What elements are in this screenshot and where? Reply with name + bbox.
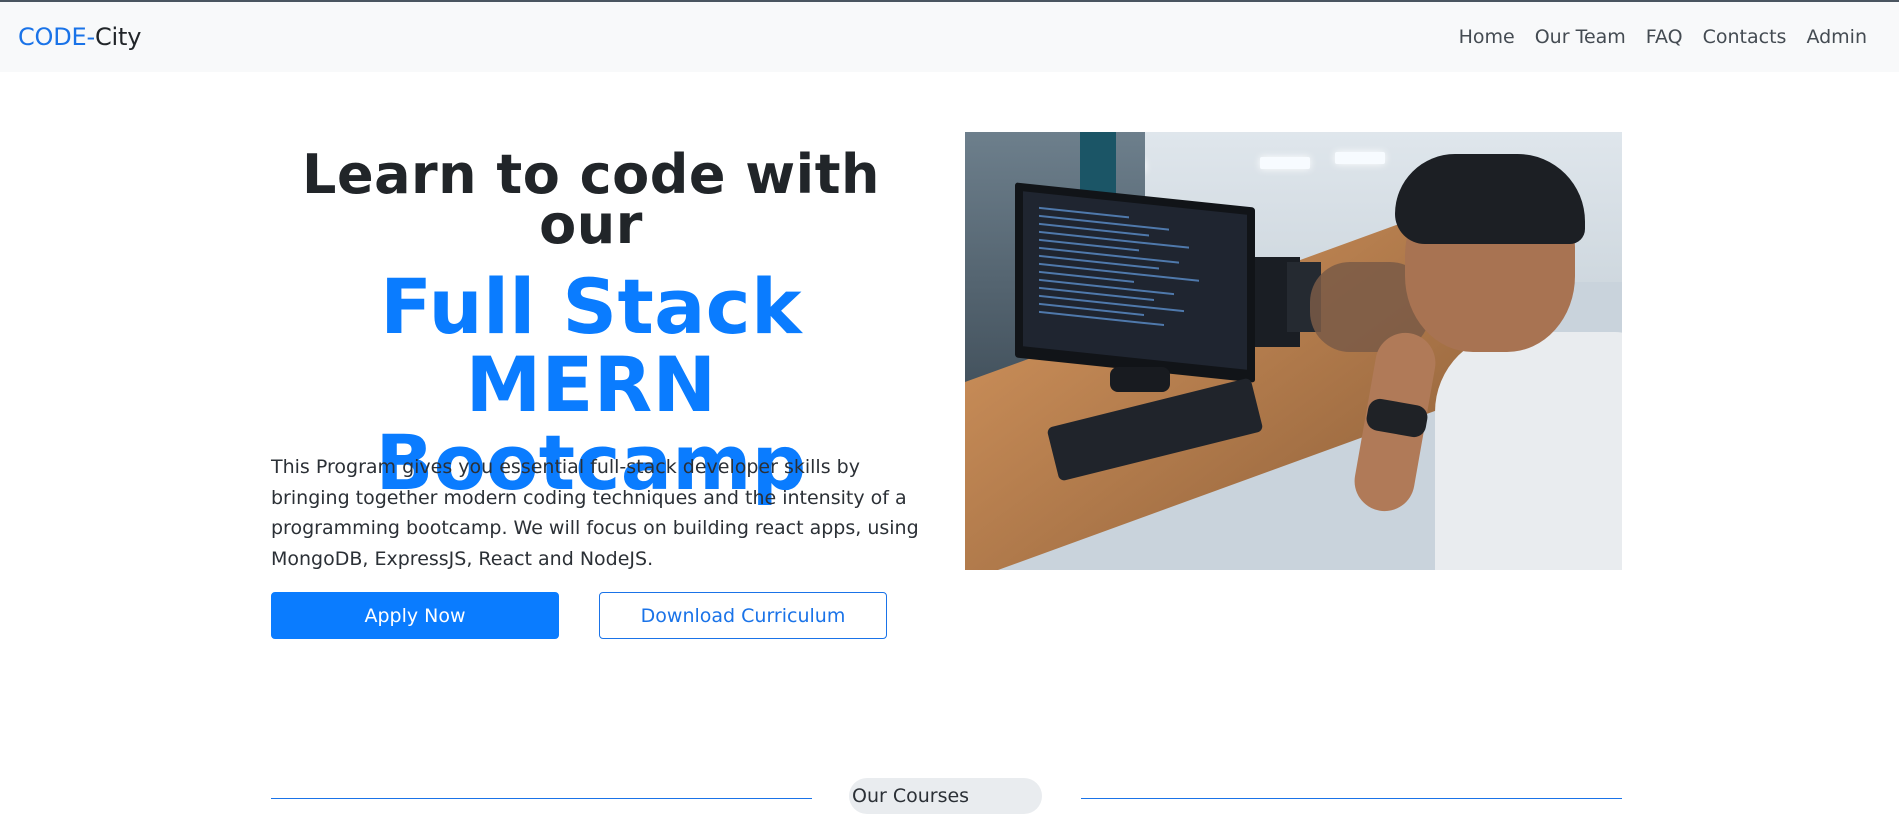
page: CODE-City Home Our Team FAQ Contacts Adm… xyxy=(0,0,1899,821)
navbar: CODE-City Home Our Team FAQ Contacts Adm… xyxy=(0,2,1899,72)
nav-link-contacts[interactable]: Contacts xyxy=(1703,26,1787,48)
image-code-line xyxy=(1039,278,1174,296)
download-curriculum-button[interactable]: Download Curriculum xyxy=(599,592,887,639)
nav-link-admin[interactable]: Admin xyxy=(1806,26,1867,48)
image-code-line xyxy=(1039,246,1179,264)
brand-logo[interactable]: CODE-City xyxy=(18,23,141,51)
nav-link-faq[interactable]: FAQ xyxy=(1646,26,1683,48)
hero-pre-title: Learn to code with our xyxy=(302,143,880,256)
image-ceiling-light xyxy=(1260,157,1310,169)
image-code-line xyxy=(1039,214,1169,231)
hero-image xyxy=(965,132,1622,570)
apply-now-button[interactable]: Apply Now xyxy=(271,592,559,639)
section-title: Our Courses xyxy=(852,785,970,807)
section-divider-left xyxy=(271,798,812,799)
image-person-hair xyxy=(1395,154,1585,244)
nav-link-our-team[interactable]: Our Team xyxy=(1535,26,1626,48)
brand-dash-text: - xyxy=(86,23,96,51)
hero-heading: Learn to code with our Full Stack MERN B… xyxy=(271,143,911,502)
image-monitor xyxy=(1015,182,1255,383)
image-ceiling-light xyxy=(1335,152,1385,164)
nav-links: Home Our Team FAQ Contacts Admin xyxy=(1459,26,1867,48)
image-monitor-screen xyxy=(1023,191,1247,370)
brand-code-text: CODE xyxy=(18,23,87,51)
image-monitor-stand xyxy=(1110,367,1170,392)
image-code-line xyxy=(1039,310,1164,327)
nav-link-home[interactable]: Home xyxy=(1459,26,1515,48)
brand-city-text: City xyxy=(94,23,142,51)
section-title-pill: Our Courses xyxy=(849,778,1042,814)
section-divider-right xyxy=(1081,798,1622,799)
image-person-shirt xyxy=(1435,332,1622,570)
hero-description: This Program gives you essential full-st… xyxy=(271,456,919,570)
